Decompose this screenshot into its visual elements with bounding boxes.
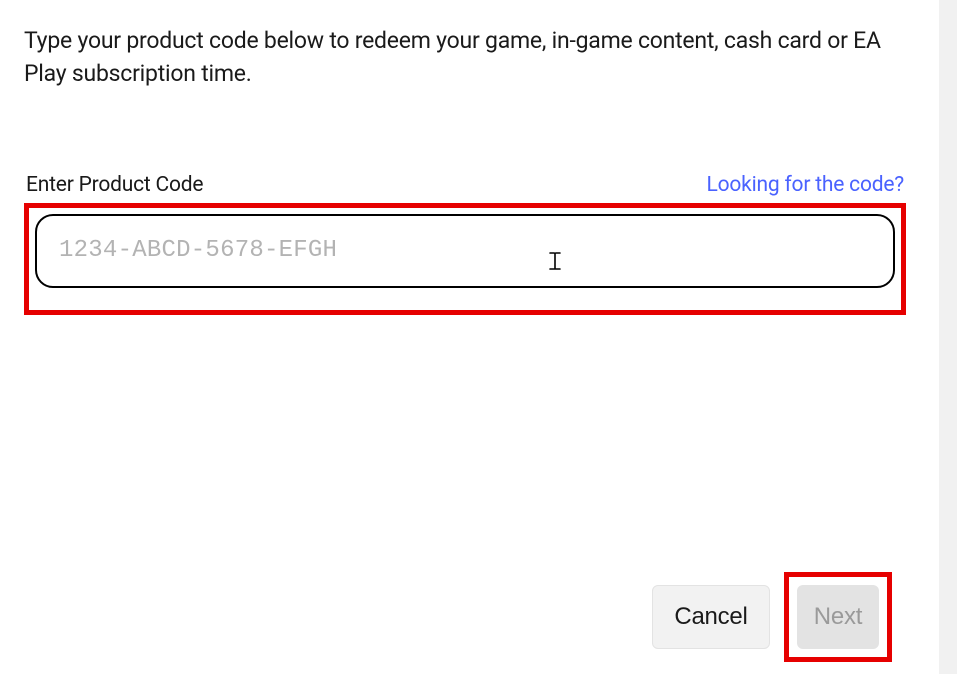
- intro-text: Type your product code below to redeem y…: [24, 24, 904, 91]
- product-code-label: Enter Product Code: [26, 173, 203, 197]
- scrollbar-track[interactable]: [939, 0, 957, 674]
- redeem-code-panel: Type your product code below to redeem y…: [0, 0, 930, 674]
- field-label-row: Enter Product Code Looking for the code?: [24, 173, 906, 203]
- highlight-input-box: [24, 203, 906, 315]
- highlight-next-box: Next: [784, 572, 892, 662]
- product-code-input[interactable]: [35, 214, 895, 288]
- cancel-button[interactable]: Cancel: [652, 585, 770, 649]
- dialog-button-row: Cancel Next: [652, 572, 892, 662]
- looking-for-code-link[interactable]: Looking for the code?: [707, 173, 904, 197]
- next-button[interactable]: Next: [797, 585, 879, 649]
